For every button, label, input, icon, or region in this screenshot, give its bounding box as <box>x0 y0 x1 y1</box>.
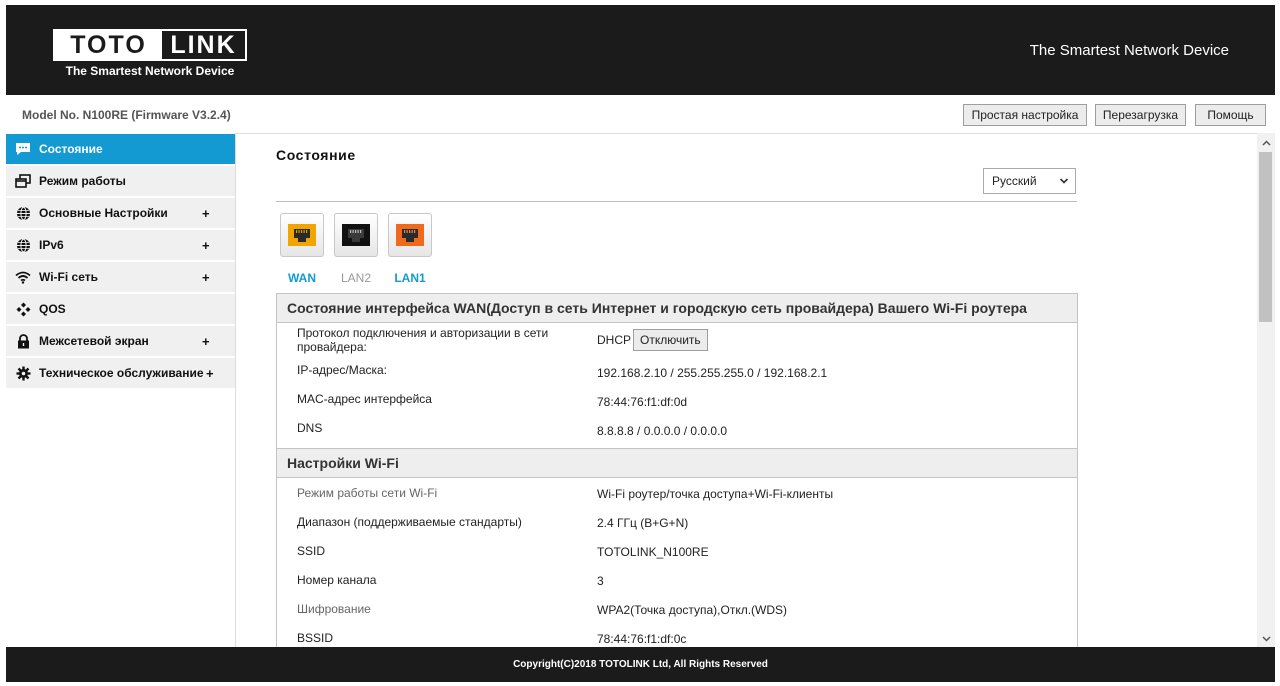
title-divider <box>276 201 1077 202</box>
sidebar-item-label: Техническое обслуживание <box>39 366 204 380</box>
globe-icon <box>14 236 32 254</box>
logo-link-text: LINK <box>170 30 237 59</box>
sidebar-item-maintenance[interactable]: Техническое обслуживание + <box>6 357 235 389</box>
mac-label: MAC-адрес интерфейса <box>297 392 432 406</box>
expand-plus-icon: + <box>202 205 210 221</box>
sidebar-item-label: IPv6 <box>39 238 64 252</box>
logo-tagline: The Smartest Network Device <box>65 64 235 78</box>
encryption-label: Шифрование <box>297 602 371 616</box>
ip-mask-label: IP-адрес/Маска: <box>297 363 388 377</box>
wan-port-label: WAN <box>288 271 316 285</box>
sidebar-item-ipv6[interactable]: IPv6 + <box>6 229 235 261</box>
gear-icon <box>14 364 32 382</box>
wan-section-header: Состояние интерфейса WAN(Доступ в сеть И… <box>277 294 1077 323</box>
protocol-label: Протокол подключения и авторизации в сет… <box>297 326 549 354</box>
language-selected-value: Русский <box>992 174 1037 188</box>
language-select[interactable]: Русский <box>983 168 1076 194</box>
globe-icon <box>14 204 32 222</box>
table-row: Шифрование WPA2(Точка доступа),Откл.(WDS… <box>277 594 1077 623</box>
wifi-section-header: Настройки Wi-Fi <box>277 449 1077 478</box>
lan2-port-label: LAN2 <box>340 271 372 285</box>
scroll-up-icon[interactable] <box>1257 137 1275 149</box>
copyright-text: Copyright(C)2018 TOTOLINK Ltd, All Right… <box>513 659 768 670</box>
sidebar-nav: Состояние Режим работы Основные Настройк… <box>6 133 236 647</box>
sidebar-item-basic-settings[interactable]: Основные Настройки + <box>6 197 235 229</box>
table-row: DNS 8.8.8.8 / 0.0.0.0 / 0.0.0.0 <box>277 415 1077 444</box>
sidebar-item-label: QOS <box>39 302 66 316</box>
sidebar-item-qos[interactable]: QOS <box>6 293 235 325</box>
main-content: Состояние Русский WAN LAN2 LAN1 Состояни… <box>236 133 1257 647</box>
router-admin-window: TOTO LINK The Smartest Network Device Th… <box>6 5 1275 682</box>
chat-icon <box>14 140 32 158</box>
scrollbar-thumb[interactable] <box>1259 152 1272 322</box>
sidebar-item-wifi[interactable]: Wi-Fi сеть + <box>6 261 235 293</box>
reboot-button[interactable]: Перезагрузка <box>1095 104 1186 126</box>
model-bar: Model No. N100RE (Firmware V3.2.4) Прост… <box>6 95 1275 134</box>
table-row: MAC-адрес интерфейса 78:44:76:f1:df:0d <box>277 386 1077 415</box>
sidebar-item-label: Межсетевой экран <box>39 334 149 348</box>
wan-port-icon <box>280 213 324 257</box>
logo-toto-text: TOTO <box>55 31 162 59</box>
dns-label: DNS <box>297 421 323 435</box>
lock-icon <box>14 332 32 350</box>
sidebar-item-label: Состояние <box>39 142 103 156</box>
bssid-value: 78:44:76:f1:df:0c <box>597 632 687 646</box>
footer-bar: Copyright(C)2018 TOTOLINK Ltd, All Right… <box>6 647 1275 682</box>
table-row: Диапазон (поддерживаемые стандарты) 2.4 … <box>277 507 1077 536</box>
protocol-value: DHCP <box>597 333 632 347</box>
table-row: IP-адрес/Маска: 192.168.2.10 / 255.255.2… <box>277 357 1077 386</box>
table-row: Режим работы сети Wi-Fi Wi-Fi роутер/точ… <box>277 478 1077 507</box>
page-title: Состояние <box>276 147 356 163</box>
bssid-label: BSSID <box>297 631 334 645</box>
channel-value: 3 <box>597 574 604 588</box>
vertical-scrollbar[interactable] <box>1257 133 1275 647</box>
sidebar-item-label: Режим работы <box>39 174 126 188</box>
qos-icon <box>14 300 32 318</box>
header-bar: TOTO LINK The Smartest Network Device Th… <box>6 5 1275 95</box>
sidebar-item-label: Основные Настройки <box>39 206 168 220</box>
channel-label: Номер канала <box>297 573 377 587</box>
sidebar-item-status[interactable]: Состояние <box>6 133 235 165</box>
wifi-mode-value: Wi-Fi роутер/точка доступа+Wi-Fi-клиенты <box>597 487 834 501</box>
table-row: Номер канала 3 <box>277 565 1077 594</box>
wifi-mode-label: Режим работы сети Wi-Fi <box>297 486 438 500</box>
lan2-port-icon <box>334 213 378 257</box>
table-row: Протокол подключения и авторизации в сет… <box>277 323 1077 357</box>
disconnect-button[interactable]: Отключить <box>633 329 708 351</box>
model-info: Model No. N100RE (Firmware V3.2.4) <box>22 108 231 122</box>
windows-icon <box>14 172 32 190</box>
band-value: 2.4 ГГц (B+G+N) <box>597 516 689 530</box>
status-table: Состояние интерфейса WAN(Доступ в сеть И… <box>276 293 1078 647</box>
ssid-value: TOTOLINK_N100RE <box>597 545 709 559</box>
expand-plus-icon: + <box>202 269 210 285</box>
chevron-down-icon <box>1059 175 1069 189</box>
totolink-logo: TOTO LINK <box>53 29 247 61</box>
help-button[interactable]: Помощь <box>1195 104 1266 126</box>
scroll-down-icon[interactable] <box>1257 633 1275 645</box>
expand-plus-icon: + <box>202 237 210 253</box>
table-row: BSSID 78:44:76:f1:df:0c <box>277 623 1077 647</box>
expand-plus-icon: + <box>206 365 214 381</box>
table-row: SSID TOTOLINK_N100RE <box>277 536 1077 565</box>
lan1-port-icon <box>388 213 432 257</box>
quick-setup-button[interactable]: Простая настройка <box>963 104 1087 126</box>
sidebar-item-label: Wi-Fi сеть <box>39 270 98 284</box>
mac-value: 78:44:76:f1:df:0d <box>597 395 688 409</box>
ssid-label: SSID <box>297 544 326 558</box>
expand-plus-icon: + <box>202 333 210 349</box>
lan1-port-label: LAN1 <box>394 271 426 285</box>
encryption-value: WPA2(Точка доступа),Откл.(WDS) <box>597 603 788 617</box>
wifi-icon <box>14 268 32 286</box>
sidebar-item-mode[interactable]: Режим работы <box>6 165 235 197</box>
header-tagline: The Smartest Network Device <box>1029 42 1229 59</box>
ip-mask-value: 192.168.2.10 / 255.255.255.0 / 192.168.2… <box>597 366 828 380</box>
band-label: Диапазон (поддерживаемые стандарты) <box>297 515 522 529</box>
dns-value: 8.8.8.8 / 0.0.0.0 / 0.0.0.0 <box>597 424 728 438</box>
sidebar-item-firewall[interactable]: Межсетевой экран + <box>6 325 235 357</box>
